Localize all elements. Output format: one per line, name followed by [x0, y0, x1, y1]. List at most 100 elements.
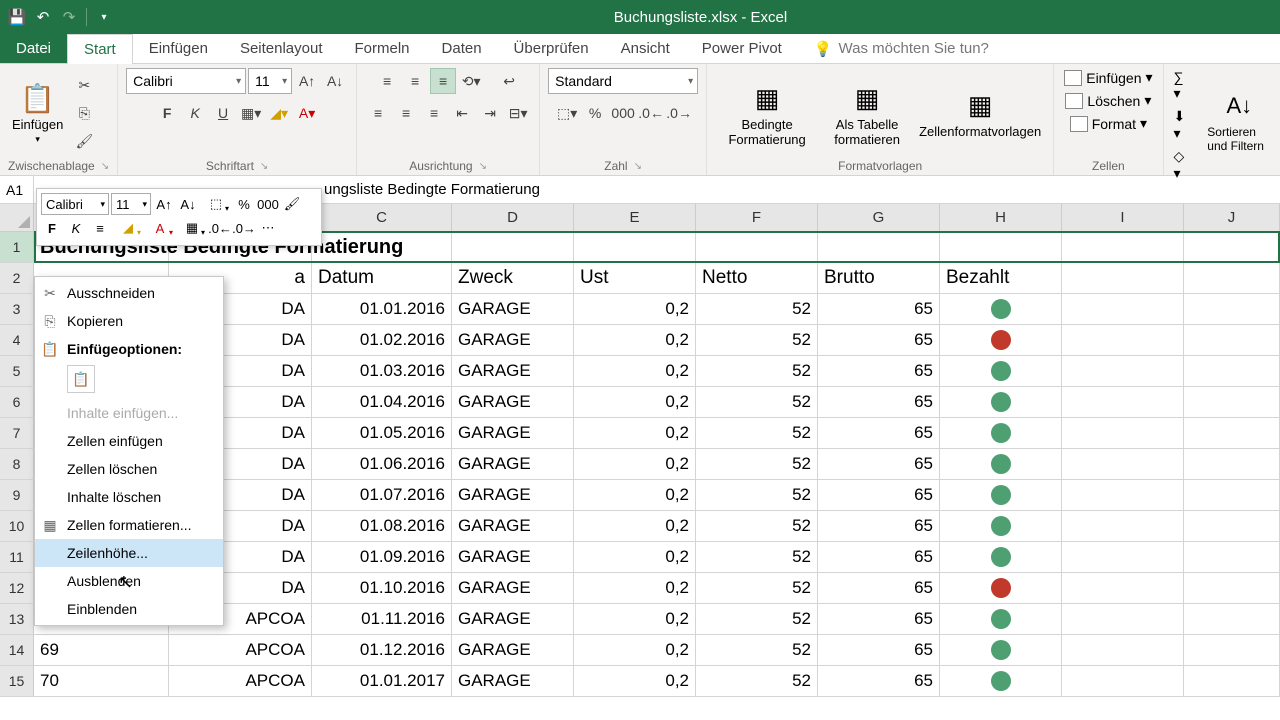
orientation-button[interactable]: ⟲▾	[458, 68, 484, 94]
row-header[interactable]: 8	[0, 449, 34, 479]
cell[interactable]: 01.10.2016	[312, 573, 452, 603]
clear-button[interactable]: ◇ ▾	[1172, 147, 1188, 183]
cell[interactable]: 0,2	[574, 294, 696, 324]
cell[interactable]	[1062, 480, 1184, 510]
mini-more-icon[interactable]: ⋯	[257, 217, 279, 239]
cell[interactable]	[1184, 511, 1280, 541]
cell[interactable]: GARAGE	[452, 356, 574, 386]
tab-file[interactable]: Datei	[0, 34, 67, 63]
cell[interactable]: 52	[696, 604, 818, 634]
tab-formulas[interactable]: Formeln	[339, 34, 426, 63]
cell[interactable]: Brutto	[818, 263, 940, 293]
cell[interactable]: 52	[696, 356, 818, 386]
cell[interactable]: 0,2	[574, 573, 696, 603]
cell[interactable]: 65	[818, 356, 940, 386]
mini-borders-button[interactable]: ▦	[177, 217, 207, 239]
mini-decrease-decimal-button[interactable]: .0→	[233, 217, 255, 239]
qat-customize-icon[interactable]: ▾	[95, 8, 113, 26]
cm-paste-special[interactable]: Inhalte einfügen...	[35, 399, 223, 427]
cell[interactable]	[940, 511, 1062, 541]
insert-cells-button[interactable]: Einfügen ▾	[1062, 68, 1154, 87]
cell[interactable]: GARAGE	[452, 604, 574, 634]
cell[interactable]	[940, 573, 1062, 603]
cell[interactable]	[1062, 542, 1184, 572]
cell[interactable]: 01.07.2016	[312, 480, 452, 510]
mini-decrease-font-icon[interactable]: A↓	[177, 193, 199, 215]
row-header[interactable]: 2	[0, 263, 34, 293]
mini-accounting-button[interactable]: ⬚	[201, 193, 231, 215]
cell[interactable]	[1184, 232, 1280, 262]
font-name-select[interactable]: Calibri	[126, 68, 246, 94]
cell[interactable]: 01.11.2016	[312, 604, 452, 634]
cell[interactable]: 0,2	[574, 480, 696, 510]
decrease-decimal-button[interactable]: .0→	[666, 100, 692, 126]
cell[interactable]	[1184, 449, 1280, 479]
cell[interactable]: 65	[818, 325, 940, 355]
cell[interactable]	[1062, 232, 1184, 262]
align-middle-button[interactable]: ≡	[402, 68, 428, 94]
cell[interactable]: Netto	[696, 263, 818, 293]
cell[interactable]: APCOA	[169, 635, 312, 665]
sort-filter-button[interactable]: A↓ Sortieren und Filtern	[1203, 86, 1275, 154]
cm-format-cells[interactable]: ▦Zellen formatieren...	[35, 511, 223, 539]
cell[interactable]	[1062, 387, 1184, 417]
cell[interactable]: GARAGE	[452, 387, 574, 417]
conditional-formatting-button[interactable]: ▦ Bedingte Formatierung	[715, 78, 819, 149]
cell[interactable]: 01.09.2016	[312, 542, 452, 572]
cell[interactable]	[1184, 542, 1280, 572]
cell[interactable]	[940, 542, 1062, 572]
cell[interactable]: 70	[34, 666, 169, 696]
cell[interactable]	[1062, 356, 1184, 386]
cell-styles-button[interactable]: ▦ Zellenformatvorlagen	[915, 85, 1045, 141]
cell[interactable]: 0,2	[574, 356, 696, 386]
decrease-font-icon[interactable]: A↓	[322, 68, 348, 94]
cell[interactable]: 0,2	[574, 387, 696, 417]
cell[interactable]: 01.05.2016	[312, 418, 452, 448]
cm-cut[interactable]: ✂Ausschneiden	[35, 279, 223, 307]
mini-italic-button[interactable]: K	[65, 217, 87, 239]
cell[interactable]: 65	[818, 480, 940, 510]
cell[interactable]	[940, 480, 1062, 510]
cell[interactable]: 65	[818, 387, 940, 417]
delete-cells-button[interactable]: Löschen ▾	[1063, 91, 1153, 110]
name-box[interactable]: A1	[0, 176, 34, 203]
underline-button[interactable]: U	[210, 100, 236, 126]
cell[interactable]	[1184, 604, 1280, 634]
cell[interactable]: 52	[696, 511, 818, 541]
cell[interactable]: 52	[696, 480, 818, 510]
cell[interactable]	[940, 356, 1062, 386]
cell[interactable]	[940, 666, 1062, 696]
italic-button[interactable]: K	[182, 100, 208, 126]
cell[interactable]: 01.01.2017	[312, 666, 452, 696]
row-header[interactable]: 13	[0, 604, 34, 634]
cell[interactable]: 52	[696, 635, 818, 665]
cell[interactable]	[940, 604, 1062, 634]
mini-increase-decimal-button[interactable]: .0←	[209, 217, 231, 239]
tab-review[interactable]: Überprüfen	[498, 34, 605, 63]
cut-button[interactable]: ✂	[71, 73, 97, 99]
cell[interactable]: 0,2	[574, 604, 696, 634]
cell[interactable]	[1062, 604, 1184, 634]
cell[interactable]: GARAGE	[452, 542, 574, 572]
paste-button[interactable]: 📋 Einfügen ▾	[8, 80, 67, 147]
cell[interactable]	[940, 449, 1062, 479]
tab-tellme[interactable]: 💡Was möchten Sie tun?	[798, 34, 1005, 63]
cell[interactable]	[940, 387, 1062, 417]
col-header-e[interactable]: E	[574, 204, 696, 231]
row-header[interactable]: 11	[0, 542, 34, 572]
cell[interactable]: 65	[818, 294, 940, 324]
tab-page-layout[interactable]: Seitenlayout	[224, 34, 339, 63]
cell[interactable]: Ust	[574, 263, 696, 293]
format-as-table-button[interactable]: ▦ Als Tabelle formatieren	[823, 78, 911, 149]
cell[interactable]	[940, 635, 1062, 665]
mini-format-painter-icon[interactable]: 🖌	[281, 193, 303, 215]
cell[interactable]: 52	[696, 325, 818, 355]
cell[interactable]: GARAGE	[452, 511, 574, 541]
cell[interactable]: GARAGE	[452, 294, 574, 324]
fill-color-button[interactable]: ◢▾	[266, 100, 292, 126]
col-header-j[interactable]: J	[1184, 204, 1280, 231]
cm-copy[interactable]: ⎘Kopieren	[35, 307, 223, 335]
format-painter-button[interactable]: 🖌	[71, 129, 97, 155]
cell[interactable]: 52	[696, 666, 818, 696]
cell[interactable]: 0,2	[574, 511, 696, 541]
